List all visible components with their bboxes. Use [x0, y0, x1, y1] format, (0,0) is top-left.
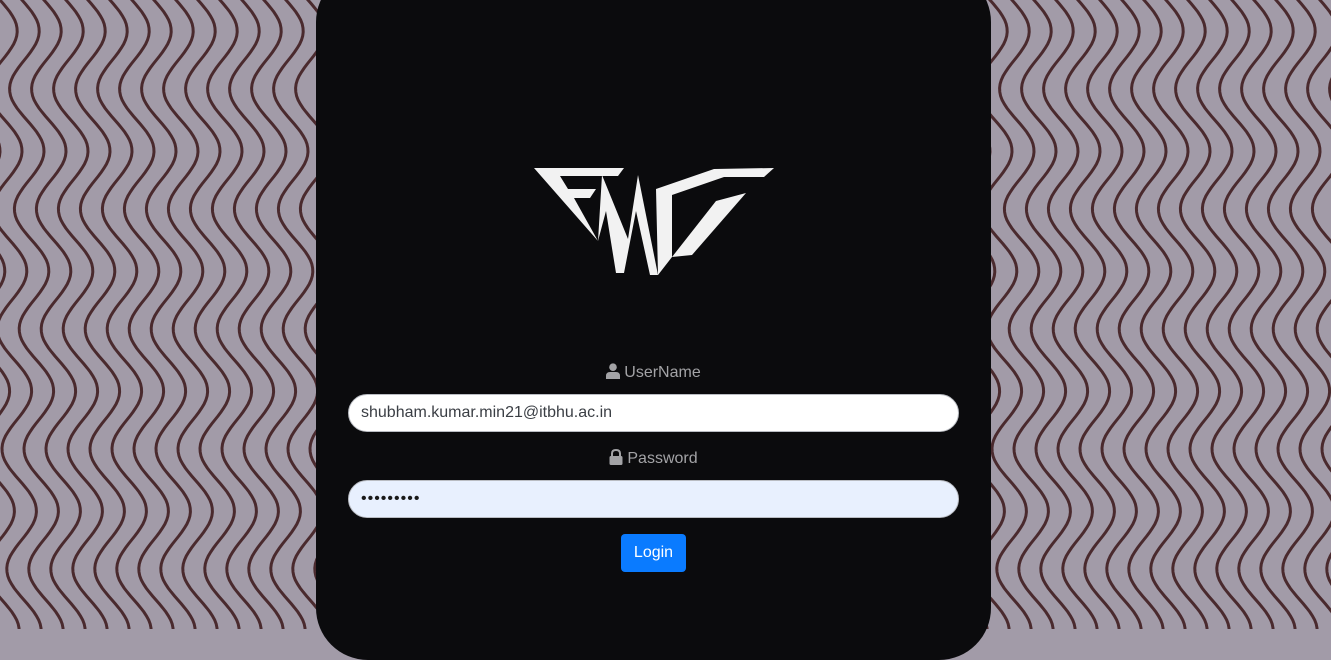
password-input[interactable] [348, 480, 959, 518]
lock-icon [609, 449, 623, 465]
password-label: Password [316, 449, 991, 469]
username-input[interactable] [348, 394, 959, 432]
login-button[interactable]: Login [621, 534, 686, 572]
username-label-text: UserName [624, 364, 701, 381]
username-label: UserName [316, 363, 991, 383]
pattern-wave-line [1306, 0, 1331, 586]
fmc-logo [534, 168, 774, 275]
pattern-wave-line [1328, 77, 1331, 102]
user-icon [606, 363, 621, 379]
password-label-text: Password [627, 450, 698, 467]
pattern-wave-line [0, 0, 43, 629]
